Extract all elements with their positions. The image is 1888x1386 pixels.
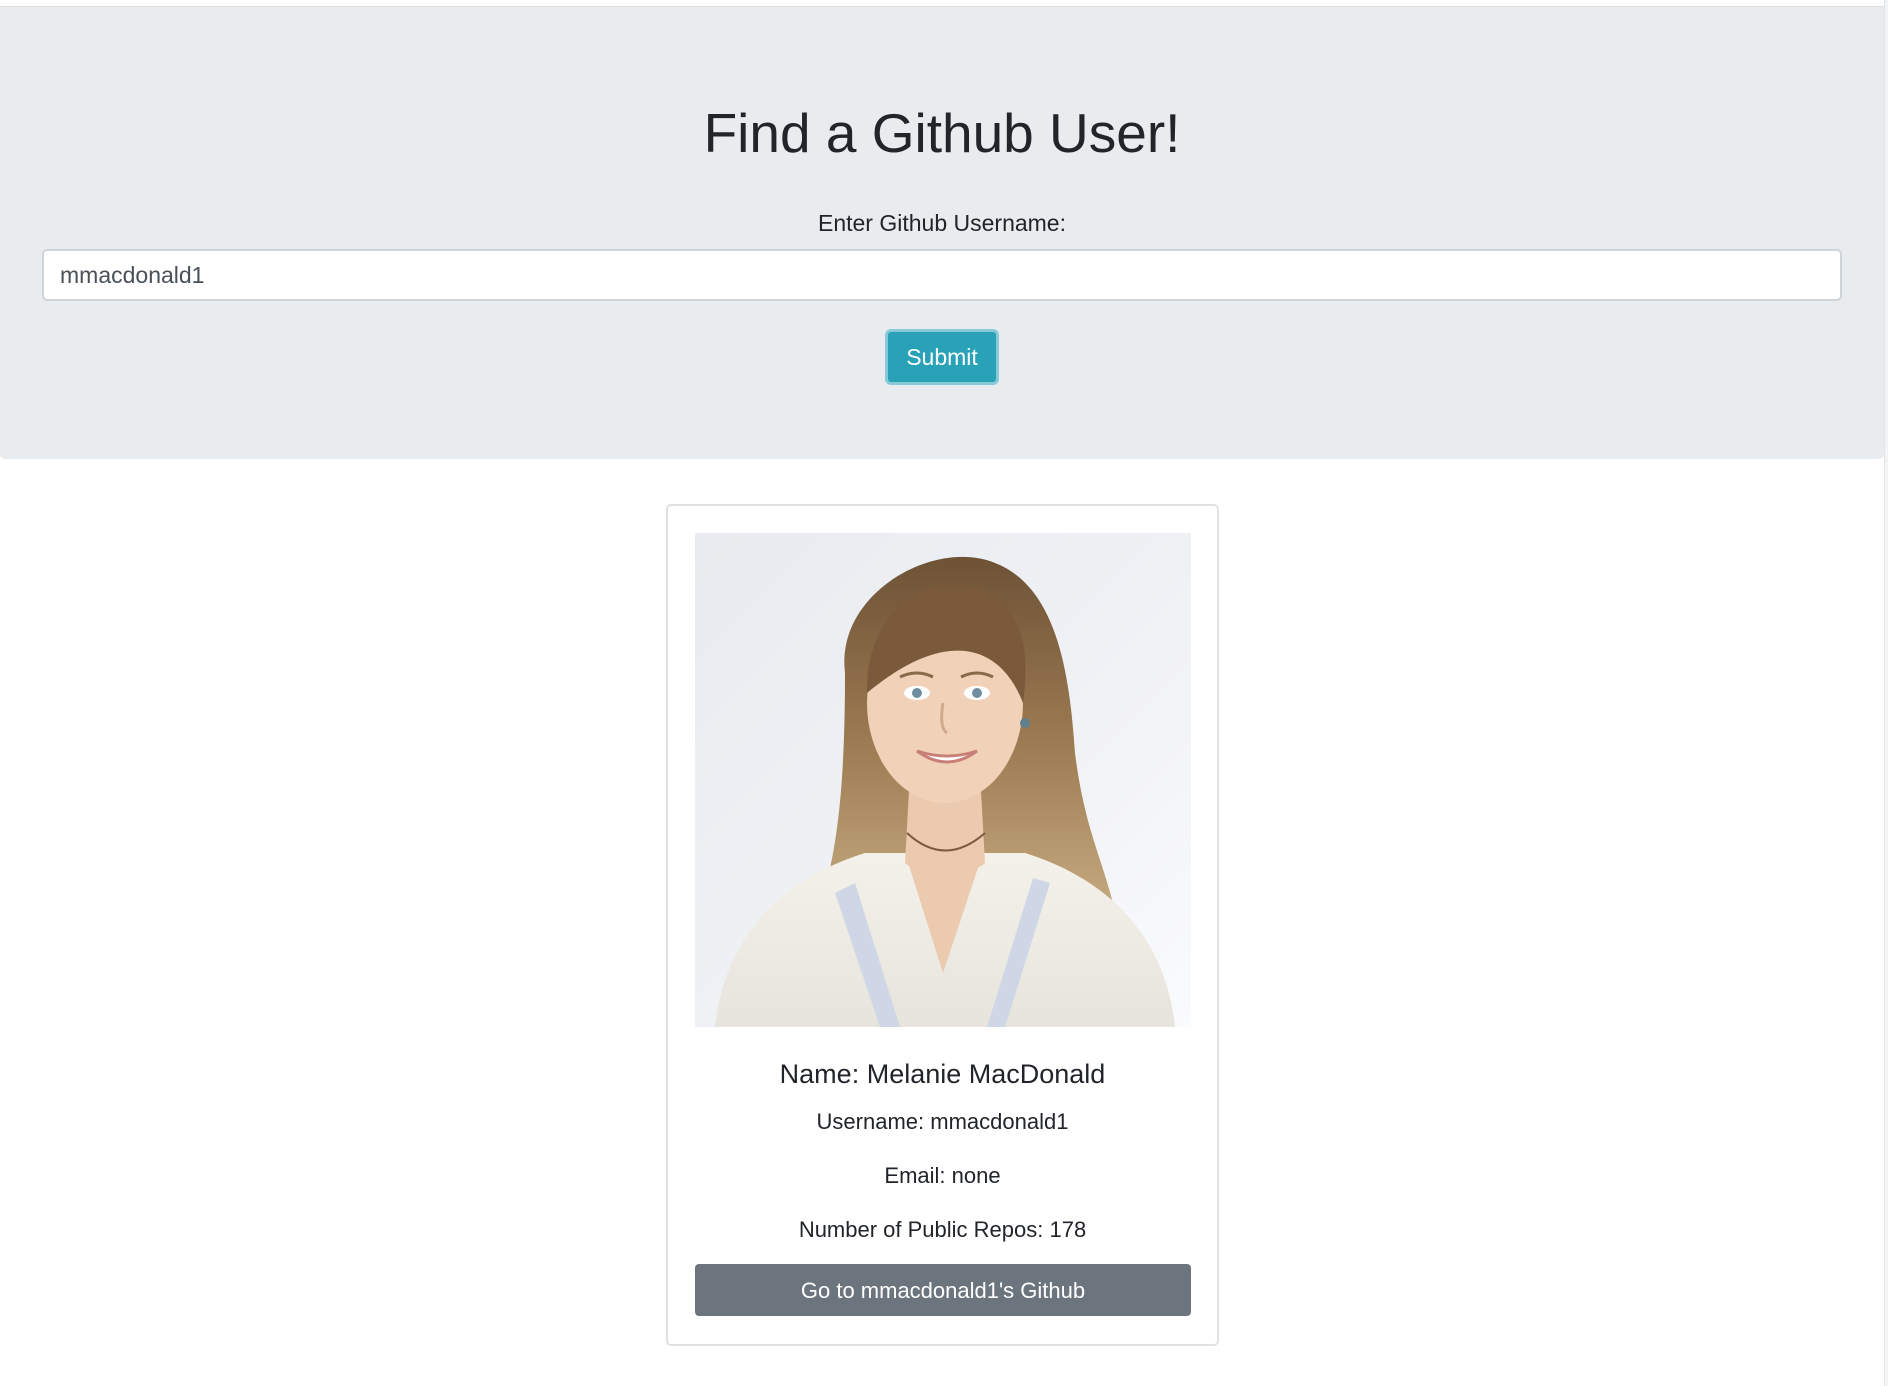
user-card: Name: Melanie MacDonald Username: mmacdo… <box>666 504 1219 1346</box>
user-email: Email: none <box>884 1163 1001 1188</box>
go-to-github-button[interactable]: Go to mmacdonald1's Github <box>695 1264 1191 1316</box>
user-username: Username: mmacdonald1 <box>816 1109 1069 1134</box>
page-title: Find a Github User! <box>703 102 1181 164</box>
username-input[interactable] <box>42 249 1842 301</box>
profile-photo-image <box>695 533 1191 1027</box>
window-scrollbar-edge <box>1884 0 1888 1386</box>
user-public-repos: Number of Public Repos: 178 <box>798 1217 1087 1242</box>
search-panel: Find a Github User! Enter Github Usernam… <box>0 7 1884 459</box>
top-border <box>0 0 1888 7</box>
username-label: Enter Github Username: <box>817 210 1066 236</box>
user-full-name: Name: Melanie MacDonald <box>779 1059 1106 1089</box>
submit-button[interactable]: Submit <box>885 329 999 385</box>
avatar <box>695 533 1191 1027</box>
